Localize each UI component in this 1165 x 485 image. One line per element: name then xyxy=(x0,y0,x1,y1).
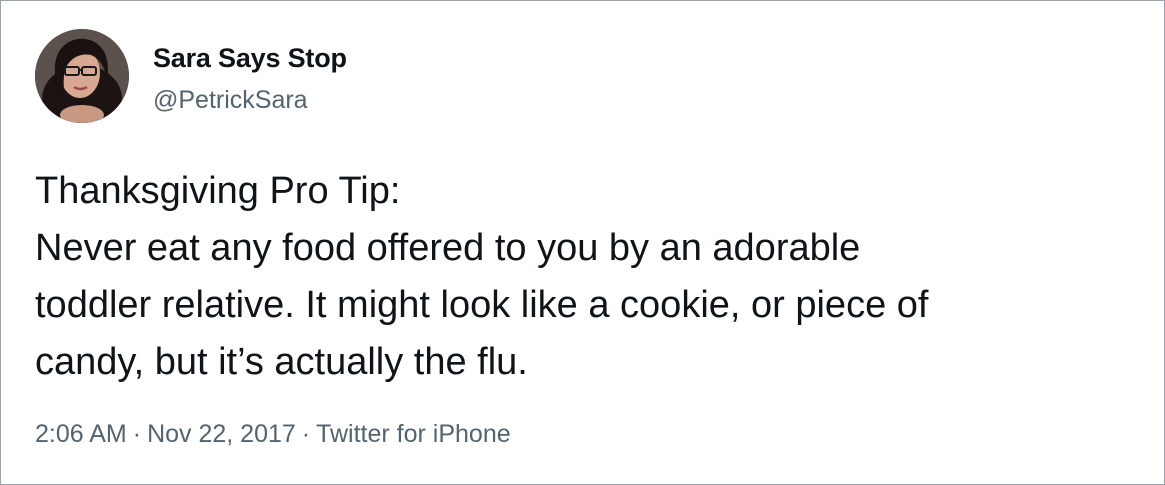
avatar-photo xyxy=(35,29,129,123)
avatar[interactable] xyxy=(35,29,129,123)
meta-separator: · xyxy=(132,420,142,448)
tweet-text: Thanksgiving Pro Tip: Never eat any food… xyxy=(35,163,1145,391)
tweet-meta: 2:06 AM · Nov 22, 2017 · Twitter for iPhone xyxy=(35,420,511,449)
tweet-time[interactable]: 2:06 AM xyxy=(35,420,127,448)
tweet-line: candy, but it’s actually the flu. xyxy=(35,341,528,383)
author-handle[interactable]: @PetrickSara xyxy=(153,86,308,115)
tweet-line: Thanksgiving Pro Tip: xyxy=(35,170,401,212)
tweet-source[interactable]: Twitter for iPhone xyxy=(316,420,511,448)
tweet-date[interactable]: Nov 22, 2017 xyxy=(147,420,296,448)
tweet-card: Sara Says Stop @PetrickSara Thanksgiving… xyxy=(0,0,1165,485)
tweet-line: toddler relative. It might look like a c… xyxy=(35,284,929,326)
meta-separator: · xyxy=(301,420,311,448)
author-name[interactable]: Sara Says Stop xyxy=(153,43,347,74)
tweet-line: Never eat any food offered to you by an … xyxy=(35,227,861,269)
